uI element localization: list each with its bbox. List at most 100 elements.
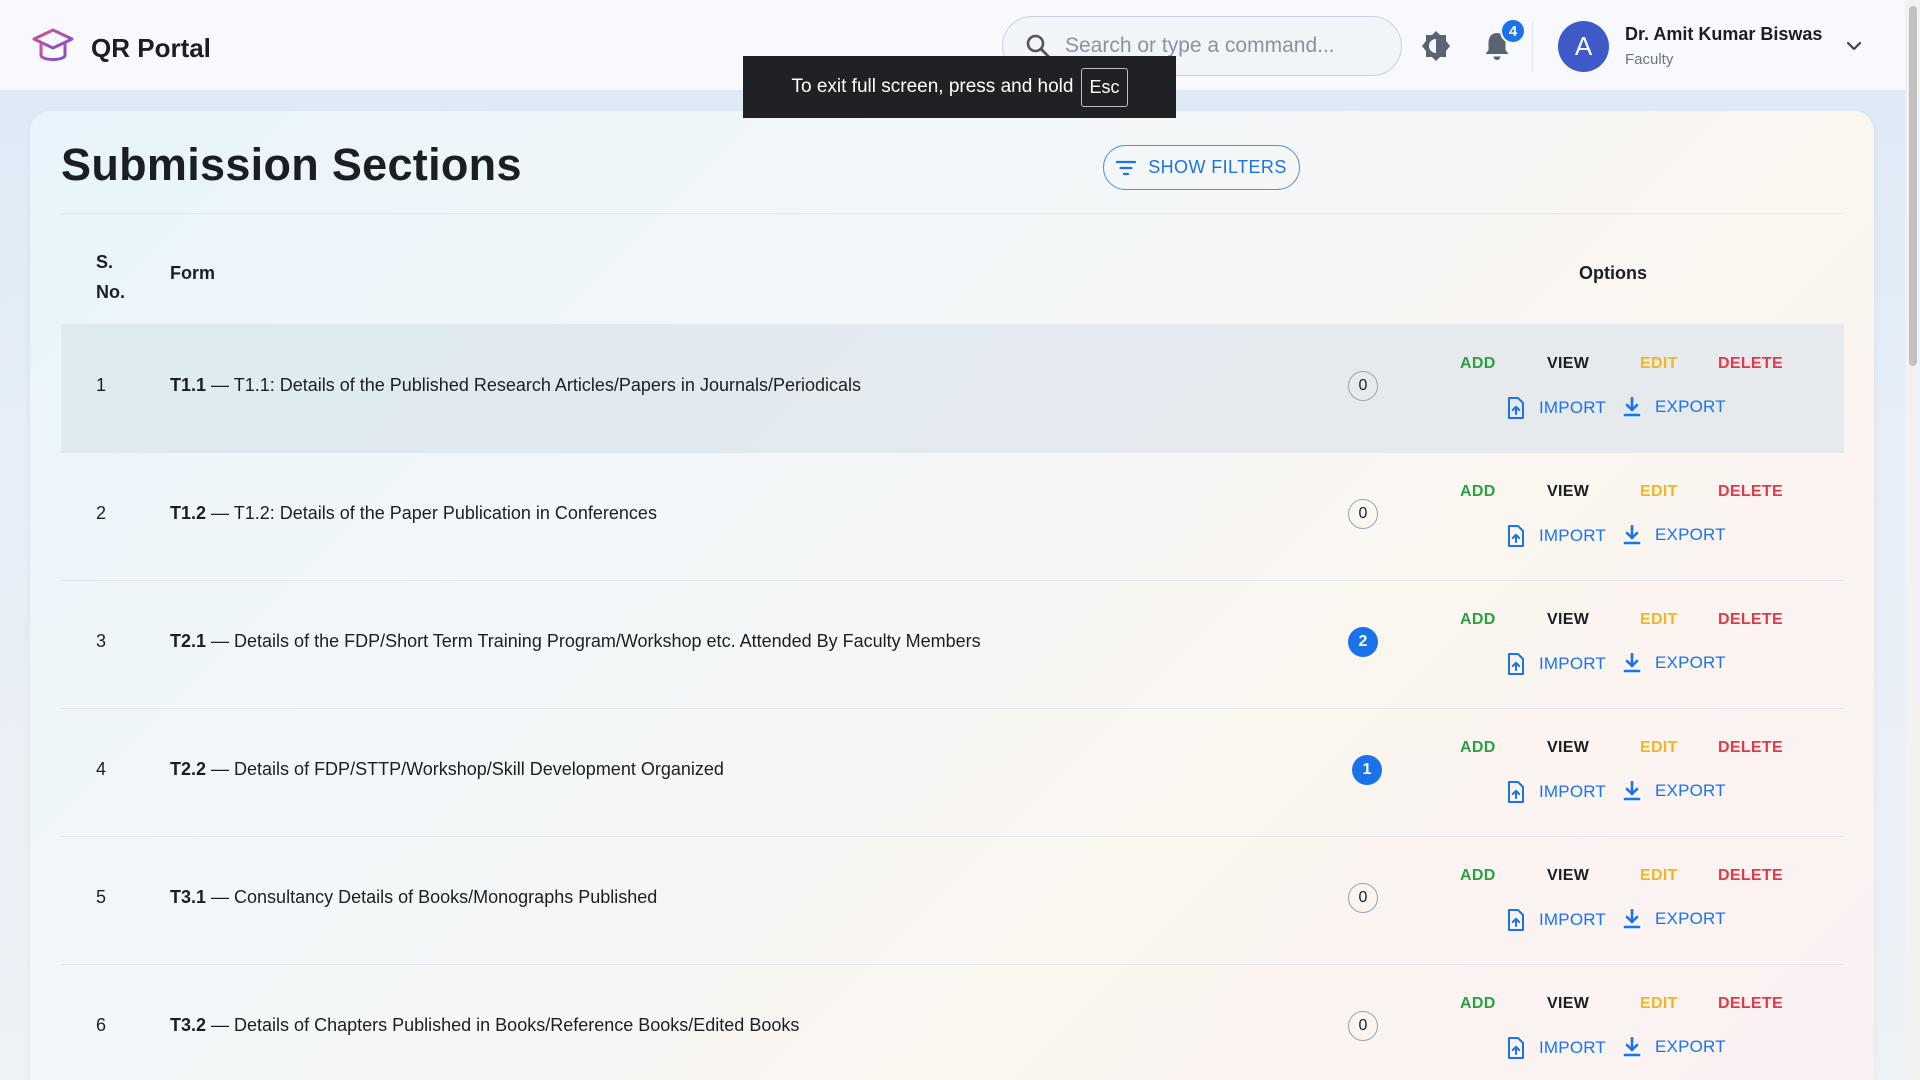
export-button[interactable]: EXPORT	[1623, 1037, 1726, 1057]
export-button[interactable]: EXPORT	[1623, 909, 1726, 929]
submission-count-badge: 0	[1348, 883, 1378, 913]
file-upload-icon	[1508, 653, 1524, 675]
brand[interactable]: QR Portal	[31, 26, 211, 70]
form-title: — Details of Chapters Published in Books…	[206, 1015, 800, 1035]
import-button[interactable]: IMPORT	[1507, 909, 1606, 931]
edit-button[interactable]: EDIT	[1640, 355, 1678, 373]
page-title: Submission Sections	[61, 139, 522, 190]
form-code: T3.2	[170, 1015, 207, 1035]
show-filters-button[interactable]: SHOW FILTERS	[1103, 145, 1300, 190]
row-sno: 4	[96, 759, 107, 779]
download-icon	[1623, 781, 1641, 801]
download-icon	[1623, 525, 1641, 545]
row-form[interactable]: T1.2 — T1.2: Details of the Paper Public…	[170, 503, 657, 524]
delete-button[interactable]: DELETE	[1718, 611, 1783, 629]
chevron-down-icon	[1847, 41, 1862, 51]
export-label: EXPORT	[1655, 397, 1726, 416]
delete-button[interactable]: DELETE	[1718, 995, 1783, 1013]
edit-button[interactable]: EDIT	[1640, 995, 1678, 1013]
export-label: EXPORT	[1655, 1037, 1726, 1056]
delete-button[interactable]: DELETE	[1718, 483, 1783, 501]
download-icon	[1623, 397, 1641, 417]
delete-button[interactable]: DELETE	[1718, 355, 1783, 373]
form-title: — Consultancy Details of Books/Monograph…	[206, 887, 658, 907]
view-button[interactable]: VIEW	[1547, 611, 1589, 629]
theme-toggle-icon[interactable]	[1419, 29, 1453, 63]
download-icon	[1623, 909, 1641, 929]
form-title: — T1.2: Details of the Paper Publication…	[206, 503, 657, 523]
edit-button[interactable]: EDIT	[1640, 739, 1678, 757]
import-button[interactable]: IMPORT	[1507, 397, 1606, 419]
row-sno: 2	[96, 503, 107, 523]
add-button[interactable]: ADD	[1460, 611, 1496, 629]
submission-count-badge: 0	[1348, 371, 1378, 401]
download-icon	[1623, 1037, 1641, 1057]
file-upload-icon	[1508, 781, 1524, 803]
delete-button[interactable]: DELETE	[1718, 867, 1783, 885]
user-name: Dr. Amit Kumar Biswas	[1625, 24, 1823, 44]
import-button[interactable]: IMPORT	[1507, 525, 1606, 547]
add-button[interactable]: ADD	[1460, 867, 1496, 885]
import-button[interactable]: IMPORT	[1507, 1037, 1606, 1059]
form-code: T1.1	[170, 375, 207, 395]
form-title: — Details of the FDP/Short Term Training…	[206, 631, 981, 651]
avatar: A	[1558, 20, 1609, 72]
app-name: QR Portal	[91, 32, 211, 63]
row-form[interactable]: T1.1 — T1.1: Details of the Published Re…	[170, 375, 861, 396]
edit-button[interactable]: EDIT	[1640, 611, 1678, 629]
add-button[interactable]: ADD	[1460, 995, 1496, 1013]
file-upload-icon	[1508, 397, 1524, 419]
row-sno: 3	[96, 631, 107, 651]
view-button[interactable]: VIEW	[1547, 483, 1589, 501]
table-row: 3 T2.1 — Details of the FDP/Short Term T…	[61, 581, 1844, 709]
view-button[interactable]: VIEW	[1547, 995, 1589, 1013]
table-row: 2 T1.2 — T1.2: Details of the Paper Publ…	[61, 453, 1844, 581]
add-button[interactable]: ADD	[1460, 739, 1496, 757]
filter-icon	[1116, 160, 1137, 175]
file-upload-icon	[1508, 909, 1524, 931]
scrollbar-thumb[interactable]	[1909, 6, 1917, 366]
file-upload-icon	[1508, 1037, 1524, 1059]
search-input[interactable]	[1065, 34, 1385, 58]
add-button[interactable]: ADD	[1460, 483, 1496, 501]
export-button[interactable]: EXPORT	[1623, 781, 1726, 801]
export-button[interactable]: EXPORT	[1623, 653, 1726, 673]
row-sno: 5	[96, 887, 107, 907]
import-label: IMPORT	[1539, 526, 1607, 545]
file-upload-icon	[1508, 525, 1524, 547]
form-code: T1.2	[170, 503, 207, 523]
row-form[interactable]: T2.2 — Details of FDP/STTP/Workshop/Skil…	[170, 759, 724, 780]
view-button[interactable]: VIEW	[1547, 355, 1589, 373]
fullscreen-toast-text: To exit full screen, press and hold	[791, 76, 1074, 97]
edit-button[interactable]: EDIT	[1640, 483, 1678, 501]
import-label: IMPORT	[1539, 398, 1607, 417]
form-code: T2.1	[170, 631, 207, 651]
esc-key-hint: Esc	[1081, 67, 1128, 107]
export-button[interactable]: EXPORT	[1623, 397, 1726, 417]
edit-button[interactable]: EDIT	[1640, 867, 1678, 885]
import-label: IMPORT	[1539, 910, 1607, 929]
row-form[interactable]: T3.1 — Consultancy Details of Books/Mono…	[170, 887, 657, 908]
form-title: — Details of FDP/STTP/Workshop/Skill Dev…	[206, 759, 724, 779]
add-button[interactable]: ADD	[1460, 355, 1496, 373]
import-button[interactable]: IMPORT	[1507, 781, 1606, 803]
scrollbar[interactable]	[1905, 0, 1920, 1080]
row-form[interactable]: T2.1 — Details of the FDP/Short Term Tra…	[170, 631, 981, 652]
submission-count-badge: 1	[1352, 755, 1382, 785]
import-button[interactable]: IMPORT	[1507, 653, 1606, 675]
table-row: 1 T1.1 — T1.1: Details of the Published …	[61, 325, 1844, 453]
user-role: Faculty	[1625, 51, 1674, 68]
export-button[interactable]: EXPORT	[1623, 525, 1726, 545]
view-button[interactable]: VIEW	[1547, 739, 1589, 757]
delete-button[interactable]: DELETE	[1718, 739, 1783, 757]
table-row: 6 T3.2 — Details of Chapters Published i…	[61, 965, 1844, 1080]
row-form[interactable]: T3.2 — Details of Chapters Published in …	[170, 1015, 799, 1036]
column-header-options: Options	[1579, 263, 1647, 283]
column-header-sno: S. No.	[96, 252, 125, 302]
user-menu[interactable]: A Dr. Amit Kumar Biswas Faculty	[1558, 20, 1864, 72]
row-sno: 6	[96, 1015, 107, 1035]
view-button[interactable]: VIEW	[1547, 867, 1589, 885]
column-header-form: Form	[170, 263, 215, 283]
submission-count-badge: 0	[1348, 1011, 1378, 1041]
notification-count-badge: 4	[1500, 18, 1526, 44]
